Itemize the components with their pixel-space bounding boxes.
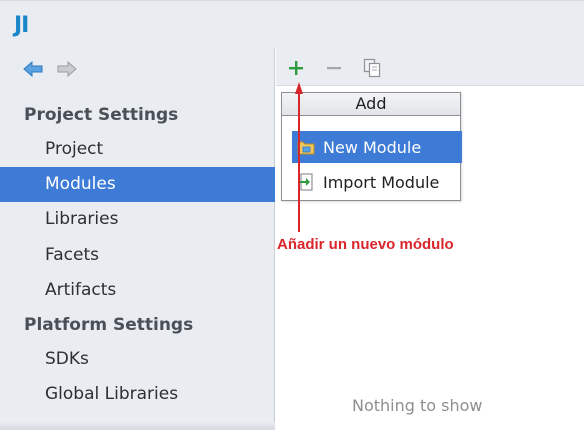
plus-icon[interactable] — [284, 56, 308, 80]
modules-toolbar — [276, 48, 584, 86]
sidebar-item-modules[interactable]: Modules — [0, 167, 275, 202]
sidebar-item-artifacts[interactable]: Artifacts — [0, 273, 275, 308]
section-header-project-settings: Project Settings — [24, 105, 179, 125]
empty-state-text: Nothing to show — [352, 396, 483, 415]
add-popup: Add New Module Import Module — [281, 92, 462, 201]
import-module-label: Import Module — [323, 172, 440, 192]
sidebar-item-global-libraries[interactable]: Global Libraries — [0, 377, 275, 412]
sidebar-item-project[interactable]: Project — [0, 132, 275, 167]
new-module-item[interactable]: New Module — [292, 131, 462, 163]
title-bar: JI — [0, 0, 584, 48]
sidebar-bottom-edge — [0, 422, 275, 430]
copy-icon[interactable] — [360, 56, 384, 80]
popup-title: Add — [282, 93, 460, 116]
settings-sidebar: Project Settings Project Modules Librari… — [0, 48, 275, 430]
sidebar-item-libraries[interactable]: Libraries — [0, 202, 275, 237]
new-module-label: New Module — [323, 137, 422, 157]
forward-arrow-icon[interactable] — [56, 58, 78, 80]
minus-icon[interactable] — [322, 56, 346, 80]
section-header-platform-settings: Platform Settings — [24, 315, 194, 335]
annotation-label: Añadir un nuevo módulo — [277, 236, 454, 253]
sidebar-item-sdks[interactable]: SDKs — [0, 342, 275, 377]
sidebar-item-facets[interactable]: Facets — [0, 238, 275, 273]
app-logo: JI — [14, 13, 29, 38]
back-arrow-icon[interactable] — [22, 58, 44, 80]
import-module-item[interactable]: Import Module — [292, 166, 462, 198]
annotation-arrow — [295, 82, 303, 232]
